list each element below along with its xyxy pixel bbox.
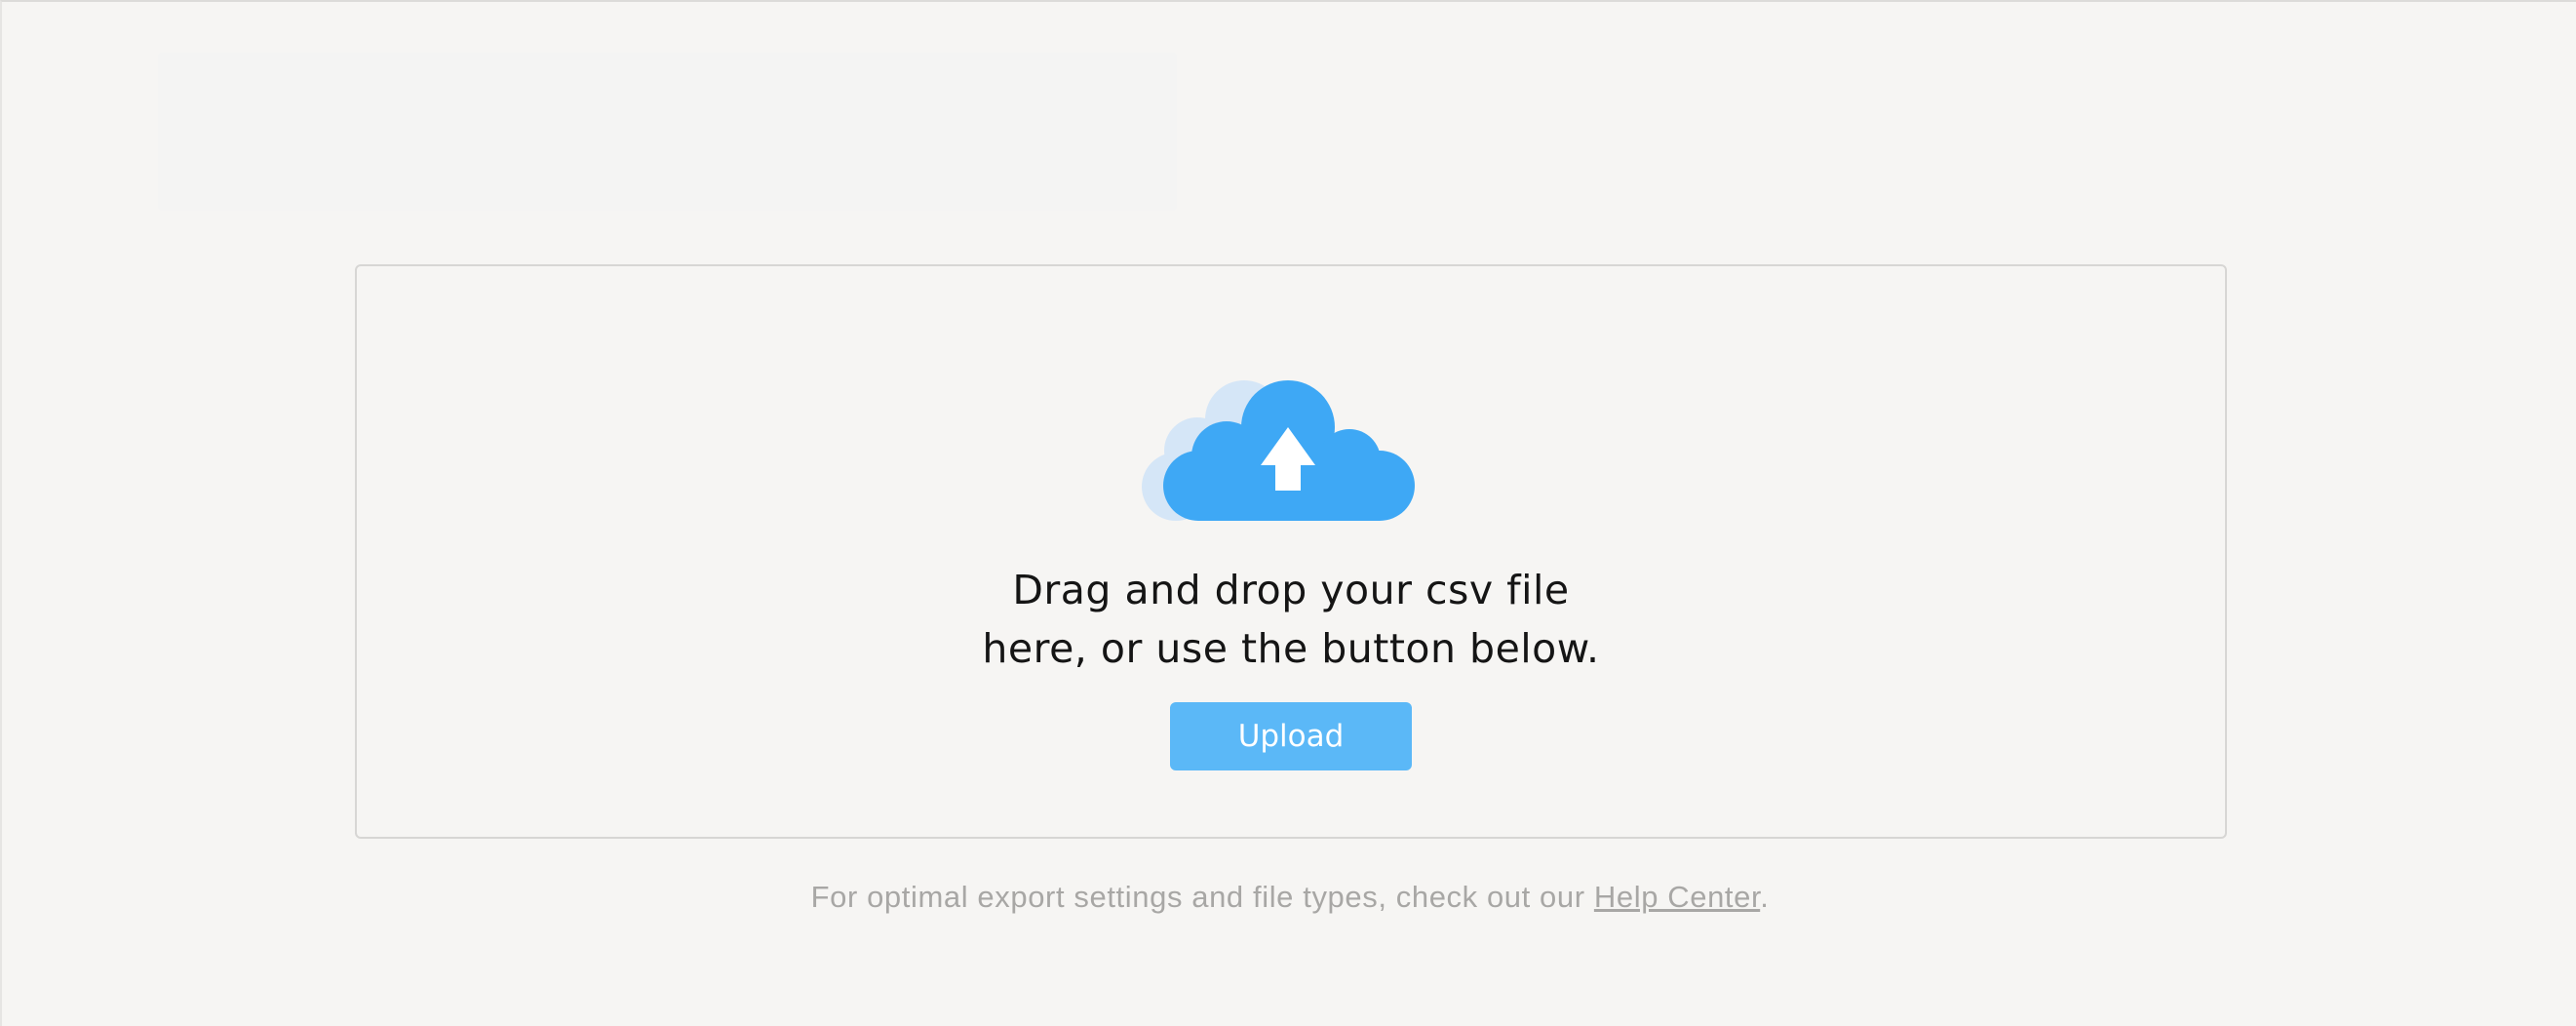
import-page: Drag and drop your csv file here, or use… xyxy=(0,0,2576,1026)
help-note-text: For optimal export settings and file typ… xyxy=(810,880,1594,914)
help-center-link[interactable]: Help Center xyxy=(1594,880,1760,914)
help-note-period: . xyxy=(1760,880,1770,914)
upload-button[interactable]: Upload xyxy=(1170,702,1412,770)
drop-instructions: Drag and drop your csv file here, or use… xyxy=(357,561,2225,678)
header-placeholder xyxy=(158,53,1177,211)
cloud-upload-icon xyxy=(1142,380,1415,521)
help-note: For optimal export settings and file typ… xyxy=(2,880,2576,915)
instruction-line-1: Drag and drop your csv file xyxy=(1012,567,1570,613)
instruction-line-2: here, or use the button below. xyxy=(982,625,1600,672)
csv-dropzone[interactable]: Drag and drop your csv file here, or use… xyxy=(355,264,2227,839)
